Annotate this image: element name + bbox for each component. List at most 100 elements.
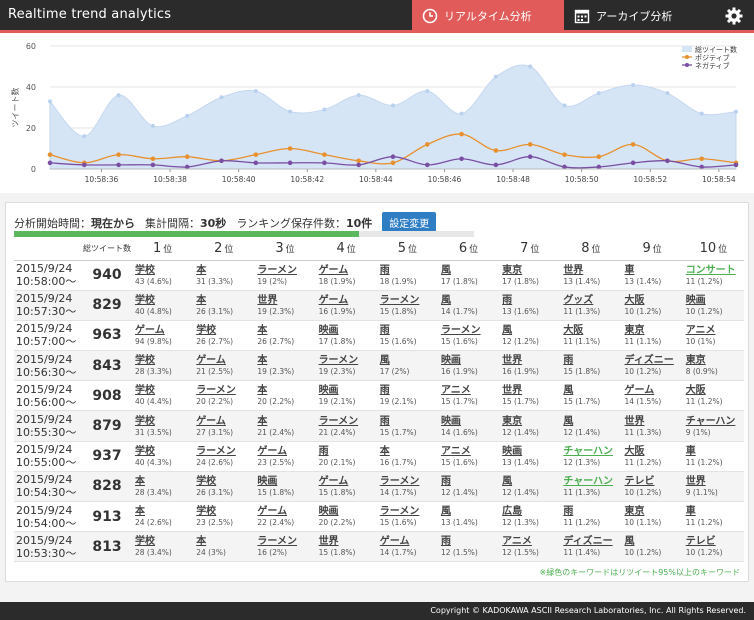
keyword-link[interactable]: 大阪 <box>625 445 683 458</box>
keyword-link[interactable]: ラーメン <box>196 445 254 458</box>
keyword-link[interactable]: 世界 <box>502 354 560 367</box>
keyword-link[interactable]: ゲーム <box>196 354 254 367</box>
keyword-link[interactable]: 雨 <box>380 264 438 277</box>
keyword-link[interactable]: 世界 <box>502 384 560 397</box>
keyword-link[interactable]: アニメ <box>441 445 499 458</box>
gear-icon[interactable] <box>724 6 744 26</box>
keyword-link[interactable]: 世界 <box>625 415 683 428</box>
keyword-link[interactable]: ラーメン <box>319 415 377 428</box>
keyword-link[interactable]: 東京 <box>686 354 744 367</box>
keyword-link[interactable]: 風 <box>380 354 438 367</box>
keyword-link[interactable]: 雨 <box>441 535 499 548</box>
keyword-link[interactable]: グッズ <box>563 294 621 307</box>
keyword-link[interactable]: 雨 <box>319 445 377 458</box>
keyword-link[interactable]: ゲーム <box>625 384 683 397</box>
keyword-link[interactable]: 風 <box>625 535 683 548</box>
keyword-link[interactable]: 雨 <box>502 294 560 307</box>
keyword-link[interactable]: 本 <box>257 415 315 428</box>
keyword-link[interactable]: 雨 <box>563 354 621 367</box>
keyword-link[interactable]: 車 <box>686 505 744 518</box>
keyword-link[interactable]: 車 <box>625 264 683 277</box>
keyword-link[interactable]: 世界 <box>686 475 744 488</box>
keyword-link[interactable]: コンサート <box>686 264 744 277</box>
keyword-link[interactable]: 映画 <box>441 415 499 428</box>
keyword-link[interactable]: 本 <box>135 475 193 488</box>
keyword-link[interactable]: 学校 <box>196 475 254 488</box>
keyword-link[interactable]: 風 <box>441 264 499 277</box>
keyword-link[interactable]: 世界 <box>257 294 315 307</box>
keyword-link[interactable]: ラーメン <box>257 535 315 548</box>
keyword-link[interactable]: ラーメン <box>380 475 438 488</box>
keyword-link[interactable]: 東京 <box>502 415 560 428</box>
keyword-link[interactable]: 本 <box>135 505 193 518</box>
keyword-link[interactable]: アニメ <box>441 384 499 397</box>
keyword-link[interactable]: アニメ <box>502 535 560 548</box>
keyword-link[interactable]: 学校 <box>135 445 193 458</box>
keyword-link[interactable]: 世界 <box>319 535 377 548</box>
keyword-link[interactable]: 本 <box>196 294 254 307</box>
keyword-link[interactable]: 学校 <box>196 505 254 518</box>
keyword-link[interactable]: 学校 <box>135 294 193 307</box>
keyword-link[interactable]: 風 <box>441 505 499 518</box>
keyword-link[interactable]: 本 <box>196 264 254 277</box>
keyword-link[interactable]: 雨 <box>380 415 438 428</box>
keyword-link[interactable]: ゲーム <box>257 505 315 518</box>
keyword-link[interactable]: ラーメン <box>319 354 377 367</box>
keyword-link[interactable]: 学校 <box>135 264 193 277</box>
keyword-link[interactable]: 風 <box>441 294 499 307</box>
keyword-link[interactable]: ゲーム <box>135 324 193 337</box>
keyword-link[interactable]: ラーメン <box>380 294 438 307</box>
keyword-link[interactable]: 映画 <box>686 294 744 307</box>
keyword-link[interactable]: テレビ <box>625 475 683 488</box>
keyword-link[interactable]: 本 <box>196 535 254 548</box>
tab-archive[interactable]: アーカイブ分析 <box>564 0 714 31</box>
keyword-link[interactable]: 東京 <box>502 264 560 277</box>
keyword-link[interactable]: 映画 <box>319 384 377 397</box>
keyword-link[interactable]: ゲーム <box>319 264 377 277</box>
keyword-link[interactable]: 雨 <box>441 475 499 488</box>
keyword-link[interactable]: ディズニー <box>563 535 621 548</box>
keyword-link[interactable]: 世界 <box>563 264 621 277</box>
keyword-link[interactable]: 映画 <box>319 324 377 337</box>
keyword-link[interactable]: ラーメン <box>380 505 438 518</box>
keyword-link[interactable]: アニメ <box>686 324 744 337</box>
keyword-link[interactable]: 本 <box>380 445 438 458</box>
keyword-link[interactable]: ラーメン <box>196 384 254 397</box>
keyword-link[interactable]: 学校 <box>135 535 193 548</box>
keyword-link[interactable]: 映画 <box>319 505 377 518</box>
keyword-link[interactable]: ゲーム <box>319 294 377 307</box>
keyword-link[interactable]: 風 <box>502 475 560 488</box>
keyword-link[interactable]: 雨 <box>380 384 438 397</box>
keyword-link[interactable]: 学校 <box>135 415 193 428</box>
keyword-link[interactable]: ラーメン <box>257 264 315 277</box>
keyword-link[interactable]: ゲーム <box>196 415 254 428</box>
keyword-link[interactable]: ディズニー <box>625 354 683 367</box>
keyword-link[interactable]: 本 <box>257 324 315 337</box>
keyword-link[interactable]: チャーハン <box>686 415 744 428</box>
keyword-link[interactable]: 本 <box>257 354 315 367</box>
keyword-link[interactable]: チャーハン <box>563 475 621 488</box>
tab-realtime[interactable]: リアルタイム分析 <box>412 0 564 31</box>
keyword-link[interactable]: 映画 <box>441 354 499 367</box>
keyword-link[interactable]: 大阪 <box>563 324 621 337</box>
keyword-link[interactable]: 学校 <box>135 354 193 367</box>
keyword-link[interactable]: 風 <box>563 384 621 397</box>
keyword-link[interactable]: 大阪 <box>686 384 744 397</box>
keyword-link[interactable]: ゲーム <box>257 445 315 458</box>
keyword-link[interactable]: ゲーム <box>380 535 438 548</box>
keyword-link[interactable]: 大阪 <box>625 294 683 307</box>
keyword-link[interactable]: 本 <box>257 384 315 397</box>
keyword-link[interactable]: 東京 <box>625 505 683 518</box>
keyword-link[interactable]: 広島 <box>502 505 560 518</box>
keyword-link[interactable]: 雨 <box>380 324 438 337</box>
keyword-link[interactable]: 映画 <box>502 445 560 458</box>
keyword-link[interactable]: テレビ <box>686 535 744 548</box>
keyword-link[interactable]: 学校 <box>135 384 193 397</box>
keyword-link[interactable]: 東京 <box>625 324 683 337</box>
settings-button[interactable]: 設定変更 <box>382 212 437 233</box>
keyword-link[interactable]: チャーハン <box>563 445 621 458</box>
keyword-link[interactable]: 映画 <box>257 475 315 488</box>
keyword-link[interactable]: 学校 <box>196 324 254 337</box>
keyword-link[interactable]: 風 <box>502 324 560 337</box>
keyword-link[interactable]: 風 <box>563 415 621 428</box>
